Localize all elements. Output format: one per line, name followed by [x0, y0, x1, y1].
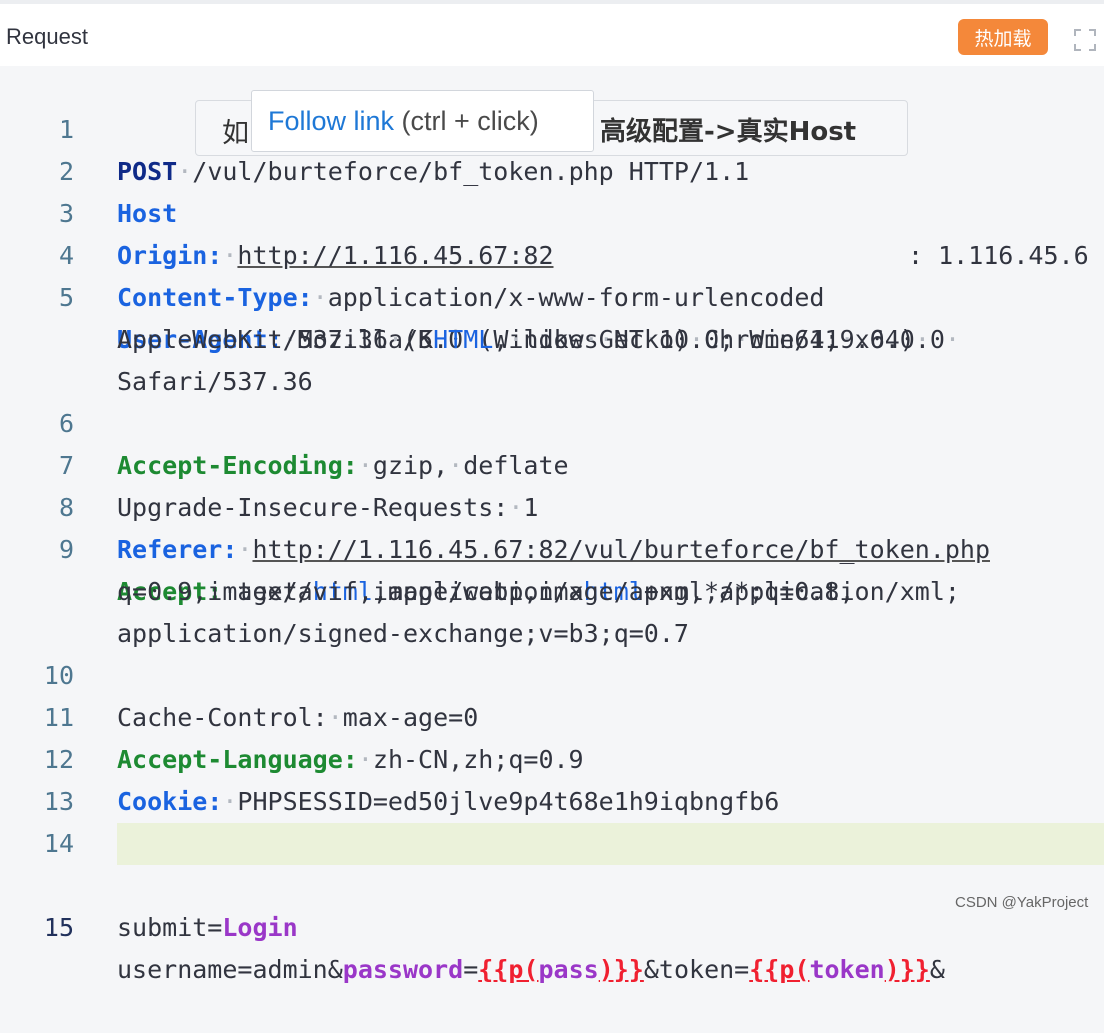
request-editor[interactable]: 1 POST·/vul/burteforce/bf_token.php HTTP…	[0, 66, 1104, 984]
watermark: CSDN @YakProject	[955, 894, 1089, 911]
follow-link-tooltip: Follow link (ctrl + click)	[251, 90, 594, 152]
code-line-wrap: submit=Login	[0, 865, 1104, 991]
expand-icon[interactable]	[1073, 28, 1097, 52]
hot-reload-button[interactable]: 热加载	[958, 19, 1048, 55]
param-value: Login	[222, 913, 298, 942]
request-panel-header: Request 热加载	[0, 0, 1104, 66]
hint-text-left: 如	[222, 118, 249, 149]
follow-link[interactable]: Follow link	[268, 106, 394, 136]
active-line-highlight	[117, 823, 1104, 865]
tooltip-shortcut: (ctrl + click)	[394, 106, 539, 136]
panel-title: Request	[6, 24, 88, 49]
hint-text-right: 高级配置->真实Host	[600, 117, 857, 147]
body-text: submit=	[117, 913, 223, 942]
